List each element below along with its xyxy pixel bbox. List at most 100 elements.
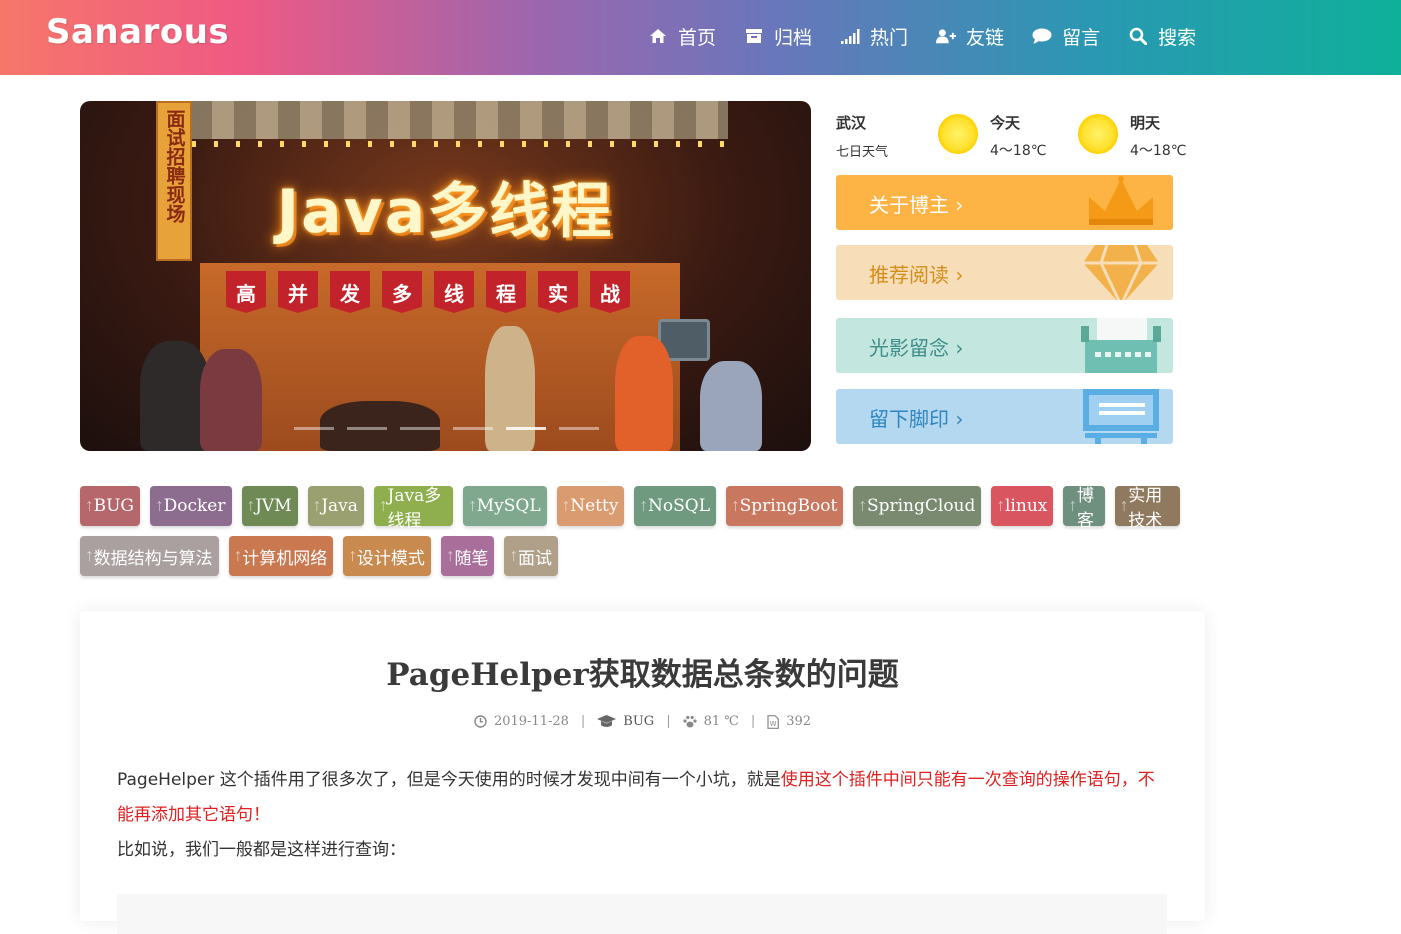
user-plus-icon bbox=[936, 26, 957, 46]
nav-hot[interactable]: 热门 bbox=[840, 22, 908, 50]
tag-springboot[interactable]: ᛏ SpringBoot bbox=[726, 486, 844, 526]
tag-icon: ᛏ bbox=[247, 499, 255, 513]
nav-messages[interactable]: 留言 bbox=[1032, 22, 1100, 50]
tag-label: 设计模式 bbox=[356, 548, 425, 569]
tag-label: SpringBoot bbox=[739, 496, 838, 516]
tag-icon: ᛏ bbox=[469, 499, 476, 513]
tag-design-patterns[interactable]: ᛏ 设计模式 bbox=[343, 536, 431, 576]
carousel-dot[interactable] bbox=[294, 427, 334, 430]
meta-heat: 81 ℃ bbox=[682, 714, 739, 729]
banner-sign-text: 面试招聘现场 bbox=[163, 109, 186, 223]
meta-category-text[interactable]: BUG bbox=[623, 714, 654, 729]
tag-label: 面试 bbox=[518, 548, 553, 569]
nav-archive[interactable]: 归档 bbox=[744, 22, 812, 50]
carousel-dot-active[interactable] bbox=[506, 427, 546, 430]
nav-home[interactable]: 首页 bbox=[648, 22, 716, 50]
banner-flag: 发 bbox=[330, 271, 370, 313]
meta-words: W 392 bbox=[767, 714, 811, 729]
tag-row: ᛏ BUG ᛏ Docker ᛏ JVM ᛏ Java ᛏ Java多线程 ᛏ MySQL … bbox=[80, 486, 1190, 531]
weather-tomorrow-label: 明天 bbox=[1130, 114, 1161, 132]
tag-java-multithreading[interactable]: ᛏ Java多线程 bbox=[373, 486, 454, 531]
word-file-icon: W bbox=[767, 714, 780, 729]
tag-icon: ᛏ bbox=[446, 549, 454, 563]
banner-flag: 高 bbox=[226, 271, 266, 313]
meta-date: 2019-11-28 bbox=[474, 714, 569, 729]
svg-text:W: W bbox=[770, 720, 777, 728]
tag-interview[interactable]: ᛏ 面试 bbox=[504, 536, 559, 576]
main-nav: 首页 归档 热门 友链 留言 搜索 bbox=[648, 22, 1224, 50]
tag-icon: ᛏ bbox=[313, 499, 321, 513]
banner-figure bbox=[320, 401, 440, 451]
weather-today-label: 今天 bbox=[990, 114, 1021, 132]
meta-heat-text: 81 ℃ bbox=[703, 714, 739, 729]
tag-java[interactable]: ᛏ Java bbox=[307, 486, 364, 526]
banner-flag: 并 bbox=[278, 271, 318, 313]
tag-linux[interactable]: ᛏ linux bbox=[991, 486, 1054, 526]
tag-icon: ᛏ bbox=[562, 499, 570, 513]
tag-label: 博客 bbox=[1076, 486, 1094, 531]
nav-friends-label: 友链 bbox=[966, 26, 1005, 49]
tag-label: Java bbox=[321, 496, 358, 516]
tag-essays[interactable]: ᛏ 随笔 bbox=[440, 536, 495, 576]
nav-hot-label: 热门 bbox=[870, 26, 909, 49]
banner-flag: 程 bbox=[486, 271, 526, 313]
photo-memories-label: 光影留念 › bbox=[869, 336, 964, 360]
tag-icon: ᛏ bbox=[156, 499, 163, 513]
recommended-reading-card[interactable]: 推荐阅读 › bbox=[836, 245, 1173, 300]
monitor-icon bbox=[1081, 389, 1161, 444]
nav-friends[interactable]: 友链 bbox=[936, 22, 1004, 50]
tag-netty[interactable]: ᛏ Netty bbox=[556, 486, 625, 526]
weather-widget[interactable]: 武汉 七日天气 今天 4～18℃ 明天 4～18℃ bbox=[836, 112, 1196, 164]
tag-label: 随笔 bbox=[454, 548, 489, 569]
tag-springcloud[interactable]: ᛏ SpringCloud bbox=[853, 486, 982, 526]
article-text: PageHelper 这个插件用了很多次了，但是今天使用的时候才发现中间有一个小… bbox=[117, 770, 781, 790]
leave-footprint-label: 留下脚印 › bbox=[869, 407, 964, 431]
carousel-dot[interactable] bbox=[400, 427, 440, 430]
leave-footprint-card[interactable]: 留下脚印 › bbox=[836, 389, 1173, 444]
nav-search[interactable]: 搜索 bbox=[1128, 22, 1196, 50]
recommended-reading-label: 推荐阅读 › bbox=[869, 263, 964, 287]
tag-icon: ᛏ bbox=[510, 549, 518, 563]
weather-tomorrow-temp: 4～18℃ bbox=[1130, 143, 1187, 159]
tag-icon: ᛏ bbox=[349, 549, 356, 563]
typewriter-icon bbox=[1081, 318, 1161, 373]
top-navbar: Sanarous 首页 归档 热门 友链 留言 搜索 bbox=[0, 0, 1401, 75]
tag-data-structures[interactable]: ᛏ 数据结构与算法 bbox=[80, 536, 219, 576]
tag-icon: ᛏ bbox=[379, 499, 387, 513]
tag-icon: ᛏ bbox=[1120, 499, 1128, 513]
banner-carousel[interactable]: 面试招聘现场 Java多线程 高 并 发 多 线 程 实 战 bbox=[80, 101, 811, 451]
weather-city: 武汉 bbox=[836, 114, 867, 132]
tag-icon: ᛏ bbox=[1069, 499, 1076, 513]
banner-figure bbox=[615, 336, 673, 451]
carousel-dot[interactable] bbox=[453, 427, 493, 430]
photo-memories-card[interactable]: 光影留念 › bbox=[836, 318, 1173, 373]
tag-nosql[interactable]: ᛏ NoSQL bbox=[634, 486, 717, 526]
about-author-card[interactable]: 关于博主 › bbox=[836, 175, 1173, 230]
article-title[interactable]: PageHelper获取数据总条数的问题 bbox=[80, 649, 1205, 694]
tag-icon: ᛏ bbox=[234, 549, 242, 563]
tag-computer-network[interactable]: ᛏ 计算机网络 bbox=[228, 536, 334, 576]
banner-figure bbox=[485, 326, 535, 451]
tag-label: 计算机网络 bbox=[242, 548, 328, 569]
tag-mysql[interactable]: ᛏ MySQL bbox=[463, 486, 547, 526]
site-logo[interactable]: Sanarous bbox=[46, 12, 229, 52]
meta-category[interactable]: BUG bbox=[597, 714, 654, 729]
banner-lights bbox=[170, 141, 730, 147]
tag-label: SpringCloud bbox=[866, 496, 976, 516]
paw-icon bbox=[682, 715, 697, 728]
tag-label: JVM bbox=[255, 496, 292, 516]
carousel-dot[interactable] bbox=[559, 427, 599, 430]
tag-jvm[interactable]: ᛏ JVM bbox=[241, 486, 298, 526]
article-excerpt: PageHelper 这个插件用了很多次了，但是今天使用的时候才发现中间有一个小… bbox=[117, 763, 1169, 868]
tag-docker[interactable]: ᛏ Docker bbox=[150, 486, 232, 526]
weather-subtitle: 七日天气 bbox=[836, 145, 889, 160]
tag-label: Docker bbox=[163, 496, 226, 516]
tag-bug[interactable]: ᛏ BUG bbox=[80, 486, 141, 526]
carousel-dot[interactable] bbox=[347, 427, 387, 430]
tag-blog[interactable]: ᛏ 博客 bbox=[1063, 486, 1105, 531]
meta-separator: | bbox=[750, 714, 756, 729]
sun-icon bbox=[1078, 114, 1118, 154]
sun-icon bbox=[938, 114, 978, 154]
graduation-cap-icon bbox=[597, 715, 617, 728]
tag-practical-tech[interactable]: ᛏ 实用技术 bbox=[1114, 486, 1180, 531]
